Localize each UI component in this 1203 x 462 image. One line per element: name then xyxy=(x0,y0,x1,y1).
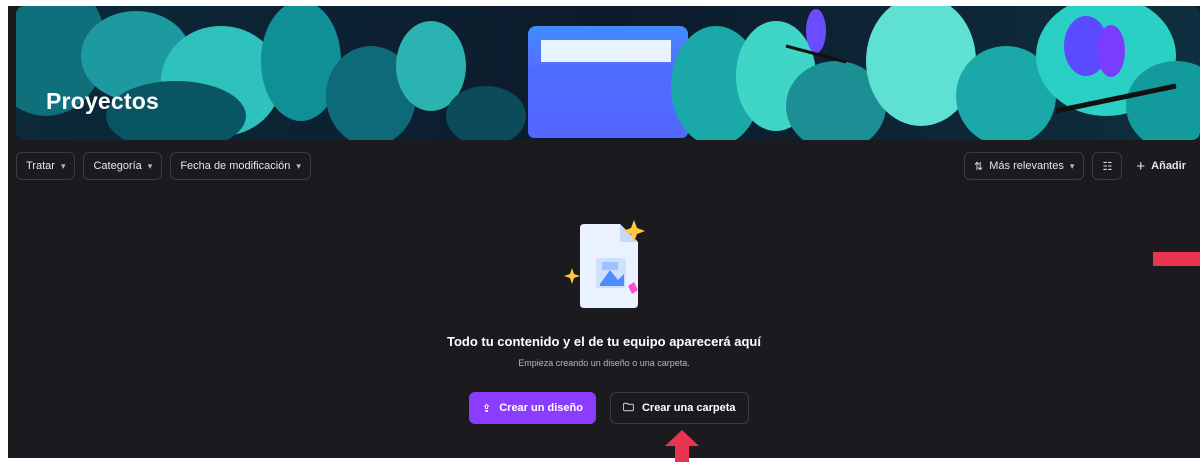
banner-illustration xyxy=(16,6,1200,140)
add-button[interactable]: + Añadir xyxy=(1130,152,1192,180)
create-design-button[interactable]: ⇪ Crear un diseño xyxy=(469,392,596,424)
filter-bar: Tratar ▾ Categoría ▾ Fecha de modificaci… xyxy=(16,152,311,180)
create-folder-button[interactable]: 🗀 Crear una carpeta xyxy=(609,392,749,424)
filter-category-dropdown[interactable]: Categoría ▾ xyxy=(83,152,163,180)
create-design-label: Crear un diseño xyxy=(499,402,583,414)
plus-icon: + xyxy=(1136,157,1146,175)
create-folder-label: Crear una carpeta xyxy=(641,402,736,414)
filter-category-label: Categoría xyxy=(93,160,142,172)
upload-icon: ⇪ xyxy=(482,402,492,415)
view-toggle-button[interactable]: ☷ xyxy=(1092,152,1123,180)
empty-state-illustration xyxy=(564,220,645,308)
chevron-down-icon: ▾ xyxy=(147,160,153,171)
sort-icon: ⇅ xyxy=(974,160,984,173)
page-title: Proyectos xyxy=(46,88,160,114)
empty-state-title: Todo tu contenido y el de tu equipo apar… xyxy=(447,334,761,349)
grid-view-icon: ☷ xyxy=(1102,160,1113,173)
sort-dropdown[interactable]: ⇅ Más relevantes ▾ xyxy=(964,152,1085,180)
folder-icon: 🗀 xyxy=(622,401,634,414)
filter-modified-date-dropdown[interactable]: Fecha de modificación ▾ xyxy=(170,152,311,180)
sort-label: Más relevantes xyxy=(989,160,1064,172)
view-controls: ⇅ Más relevantes ▾ ☷ + Añadir xyxy=(964,152,1192,180)
filter-type-label: Tratar xyxy=(26,160,55,172)
annotation-marker-bar xyxy=(1153,252,1200,266)
annotation-arrow-icon xyxy=(665,430,699,462)
add-label: Añadir xyxy=(1151,160,1186,172)
projects-page: Proyectos Tratar ▾ Categoría ▾ Fecha de … xyxy=(8,6,1200,458)
empty-state-subtitle: Empieza creando un diseño o una carpeta. xyxy=(518,358,690,368)
filter-type-dropdown[interactable]: Tratar ▾ xyxy=(16,152,76,180)
chevron-down-icon: ▾ xyxy=(296,160,301,171)
chevron-down-icon: ▾ xyxy=(1069,160,1075,171)
chevron-down-icon: ▾ xyxy=(60,160,66,171)
filter-modified-date-label: Fecha de modificación xyxy=(180,160,291,172)
projects-banner: Proyectos xyxy=(16,6,1200,140)
empty-state-actions: ⇪ Crear un diseño 🗀 Crear una carpeta xyxy=(469,392,749,424)
